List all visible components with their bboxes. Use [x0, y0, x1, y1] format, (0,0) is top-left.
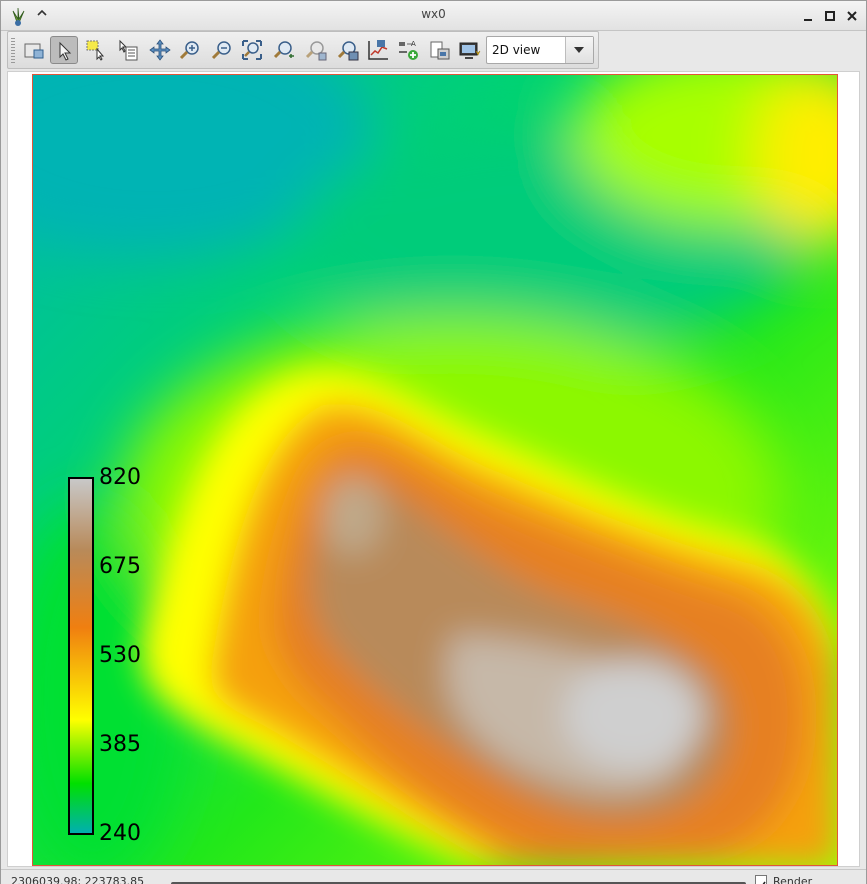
pointer-button[interactable]	[50, 36, 78, 64]
map-display-icon	[430, 41, 450, 60]
add-decoration-icon: A	[399, 40, 418, 60]
legend-label: 385	[99, 732, 141, 757]
zoom-out-button[interactable]	[208, 36, 236, 64]
analyze-icon	[368, 40, 388, 60]
select-features-button[interactable]	[82, 36, 110, 64]
legend-label: 675	[99, 554, 141, 579]
elevation-map-image	[33, 75, 837, 865]
display-map-button[interactable]	[20, 36, 48, 64]
zoom-in-icon	[179, 41, 199, 60]
view-mode-select[interactable]: 2D view	[486, 36, 594, 64]
zoom-out-icon	[211, 41, 231, 60]
query-button[interactable]	[114, 36, 142, 64]
zoom-extent-button[interactable]	[238, 36, 266, 64]
map-canvas[interactable]: 820 675 530 385 240	[7, 71, 860, 867]
add-decoration-button[interactable]: A	[394, 36, 422, 64]
close-icon[interactable]	[845, 8, 859, 22]
titlebar: wx0	[1, 1, 866, 31]
window-title: wx0	[421, 7, 446, 21]
render-checkbox[interactable]	[755, 875, 767, 884]
zoom-forward-icon	[305, 41, 327, 61]
analyze-button[interactable]	[364, 36, 392, 64]
zoom-forward-button[interactable]	[302, 36, 330, 64]
toolbar-grip[interactable]	[11, 38, 15, 64]
map-display-button[interactable]	[426, 36, 454, 64]
maximize-icon[interactable]	[823, 8, 837, 22]
pan-button[interactable]	[146, 36, 174, 64]
pointer-icon	[59, 41, 72, 61]
map-display-window: wx0 A 2D view 820 675 530 385 240 230603…	[0, 0, 867, 884]
minimize-icon[interactable]	[801, 8, 815, 22]
map-toolbar: A 2D view	[7, 31, 599, 69]
zoom-back-icon	[273, 41, 294, 59]
statusbar: 2306039.98; 223783.85 Render	[1, 869, 866, 884]
zoom-menu-button[interactable]	[334, 36, 362, 64]
elevation-legend[interactable]	[68, 477, 94, 835]
zoom-menu-icon	[337, 41, 359, 61]
legend-label: 530	[99, 643, 141, 668]
view-mode-dropdown[interactable]	[565, 37, 593, 63]
legend-label-max: 820	[99, 465, 141, 490]
display-map-icon	[24, 43, 44, 59]
save-display-button[interactable]	[456, 36, 484, 64]
select-features-icon	[86, 40, 105, 61]
pan-icon	[149, 39, 171, 61]
save-display-icon	[459, 42, 481, 59]
zoom-in-button[interactable]	[176, 36, 204, 64]
legend-color-bar	[70, 479, 92, 833]
view-mode-value: 2D view	[492, 43, 541, 57]
render-label: Render	[773, 875, 813, 884]
zoom-extent-icon	[242, 40, 262, 60]
elevation-raster[interactable]	[32, 74, 838, 866]
query-icon	[119, 39, 138, 61]
zoom-back-button[interactable]	[270, 36, 298, 64]
coordinates-readout: 2306039.98; 223783.85	[11, 875, 145, 884]
svg-text:A: A	[411, 40, 416, 48]
legend-label-min: 240	[99, 821, 141, 846]
chevron-down-icon	[574, 47, 584, 53]
